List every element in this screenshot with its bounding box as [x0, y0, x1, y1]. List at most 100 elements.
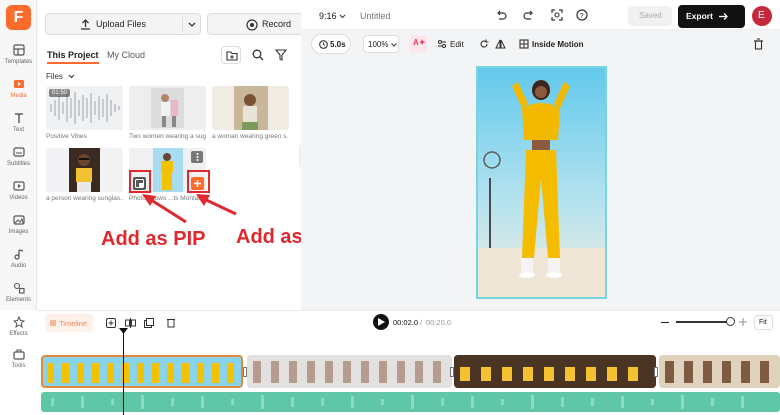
- sliders-icon[interactable]: [437, 39, 447, 49]
- sidebar-label: Text: [12, 127, 24, 133]
- media-thumbnail-image[interactable]: [129, 86, 206, 130]
- sidebar-label: Subtitles: [6, 161, 30, 167]
- subtitles-icon: [12, 147, 25, 157]
- zoom-slider-handle[interactable]: [726, 317, 735, 326]
- user-avatar[interactable]: E: [752, 6, 772, 26]
- folder-plus-icon: [226, 51, 238, 61]
- sidebar-item-media[interactable]: Media: [0, 78, 37, 99]
- play-button[interactable]: [373, 314, 389, 330]
- timeline-icon: [50, 320, 56, 326]
- sidebar-item-videos[interactable]: Videos: [0, 180, 37, 201]
- audio-waveform: [51, 395, 744, 409]
- sidebar-item-templates[interactable]: Templates: [0, 44, 37, 65]
- media-caption: a woman wearing green s...: [212, 133, 289, 140]
- chevron-down-icon[interactable]: [188, 22, 196, 28]
- timeline-clip[interactable]: [659, 355, 780, 388]
- duplicate-icon[interactable]: [144, 318, 154, 328]
- more-options-button[interactable]: [191, 151, 203, 163]
- svg-text:?: ?: [580, 13, 584, 20]
- sidebar-label: Images: [8, 229, 29, 235]
- time-separator: /: [420, 318, 423, 327]
- current-time: 00:02.0: [393, 318, 419, 327]
- ai-icon: A✦: [413, 38, 426, 47]
- annotation-arrows: [142, 194, 237, 224]
- add-clip-icon[interactable]: [106, 318, 116, 328]
- undo-icon[interactable]: [496, 10, 507, 20]
- sidebar-label: Videos: [9, 195, 28, 201]
- sidebar-item-text[interactable]: Text: [0, 112, 37, 133]
- flip-icon[interactable]: [495, 39, 506, 49]
- files-section-header[interactable]: Files: [46, 72, 75, 81]
- top-bar: 9:16 Untitled ? Saved Export E: [301, 0, 780, 30]
- split-icon[interactable]: [125, 318, 136, 328]
- video-frame-image: [478, 68, 605, 297]
- timeline-clip[interactable]: [247, 355, 452, 388]
- photo-person-sunglasses-thumbnail: [46, 148, 123, 192]
- playhead[interactable]: [123, 330, 124, 415]
- sidebar-item-effects[interactable]: Effects: [0, 316, 37, 337]
- search-icon: [252, 49, 264, 61]
- chevron-down-icon: [68, 74, 75, 79]
- images-icon: [12, 215, 25, 225]
- timeline-clip[interactable]: [454, 355, 656, 388]
- inside-motion-button[interactable]: Inside Motion: [532, 40, 584, 49]
- chevron-down-icon[interactable]: [339, 14, 346, 19]
- motion-icon[interactable]: [519, 39, 529, 49]
- active-tab-indicator: [47, 62, 99, 64]
- sidebar-item-images[interactable]: Images: [0, 214, 37, 235]
- timeline-toggle[interactable]: Timeline: [45, 314, 93, 332]
- photo-woman-green-thumbnail: [212, 86, 289, 130]
- app-logo[interactable]: F: [6, 5, 31, 30]
- media-thumbnail-image[interactable]: [46, 148, 123, 192]
- sidebar-label: Tools: [11, 363, 26, 369]
- sidebar-label: Templates: [4, 59, 33, 65]
- tab-my-cloud[interactable]: My Cloud: [107, 50, 145, 60]
- sidebar-item-elements[interactable]: Elements: [0, 282, 37, 303]
- clip-filmstrip: [247, 355, 452, 388]
- media-caption: Two women wearing a sug...: [129, 133, 206, 140]
- filter-icon: [275, 49, 287, 61]
- redo-icon[interactable]: [523, 10, 534, 20]
- zoom-value: 100%: [368, 40, 389, 49]
- timeline-label: Timeline: [59, 319, 88, 328]
- record-label: Record: [262, 19, 292, 29]
- rotate-icon[interactable]: [479, 39, 489, 49]
- edit-button[interactable]: Edit: [450, 40, 464, 49]
- play-icon: [378, 318, 385, 326]
- video-canvas[interactable]: [476, 66, 607, 299]
- divider: [182, 17, 183, 33]
- fit-button[interactable]: Fit: [754, 315, 773, 330]
- zoom-out-icon[interactable]: [661, 321, 669, 324]
- new-folder-button[interactable]: [221, 46, 241, 64]
- zoom-in-icon[interactable]: [739, 318, 747, 326]
- filter-button[interactable]: [271, 46, 291, 64]
- clip-filmstrip: [43, 357, 241, 386]
- project-name[interactable]: Untitled: [360, 11, 391, 21]
- zoom-select[interactable]: 100%: [363, 35, 399, 53]
- timeline-clip-selected[interactable]: [41, 355, 243, 388]
- audio-track[interactable]: [41, 392, 780, 412]
- trash-icon[interactable]: [753, 38, 764, 50]
- duration-control[interactable]: 5.0s: [311, 34, 351, 54]
- arrow-right-icon: [719, 13, 728, 20]
- media-thumbnail-audio[interactable]: 01:50: [46, 86, 123, 130]
- sidebar-label: Elements: [5, 297, 31, 303]
- upload-files-button[interactable]: Upload Files: [45, 13, 201, 35]
- aspect-ratio-select[interactable]: 9:16: [319, 11, 337, 21]
- sidebar-item-tools[interactable]: Tools: [0, 348, 37, 369]
- ai-magic-button[interactable]: A✦: [409, 35, 427, 53]
- upload-files-label: Upload Files: [96, 19, 147, 29]
- tab-this-project[interactable]: This Project: [47, 50, 99, 60]
- help-icon[interactable]: ?: [576, 9, 588, 21]
- media-thumbnail-image[interactable]: [212, 86, 289, 130]
- search-button[interactable]: [248, 46, 268, 64]
- sidebar-item-subtitles[interactable]: Subtitles: [0, 146, 37, 167]
- sidebar-item-audio[interactable]: Audio: [0, 248, 37, 269]
- avatar-initial: E: [758, 10, 765, 21]
- zoom-slider[interactable]: [676, 321, 732, 323]
- text-icon: [14, 113, 23, 123]
- export-button[interactable]: Export: [678, 5, 745, 28]
- transition-handle[interactable]: [654, 367, 658, 377]
- screenshot-icon[interactable]: [551, 9, 563, 21]
- delete-icon[interactable]: [166, 317, 176, 328]
